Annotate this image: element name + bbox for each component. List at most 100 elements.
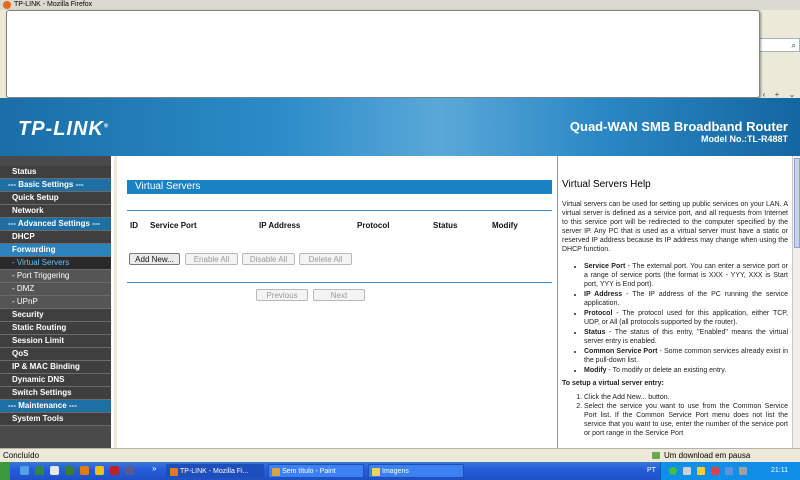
help-field-name: Service Port [584, 263, 626, 270]
sidebar-item-system-tools[interactable]: System Tools [0, 413, 111, 426]
search-box[interactable]: ⌕ [758, 38, 800, 52]
help-field-item: Service Port - The external port. You ca… [584, 262, 788, 289]
product-name: Quad-WAN SMB Broadband Router [569, 119, 788, 134]
ie-icon[interactable] [20, 466, 29, 475]
chevron-expand-icon[interactable]: » [152, 464, 156, 473]
tp-link-logo: TP-LINK® [18, 118, 110, 140]
divider [127, 210, 552, 211]
task-label: TP-LINK - Mozilla Fi... [180, 468, 249, 475]
help-field-name: Common Service Port [584, 348, 658, 355]
language-indicator[interactable]: PT [647, 462, 656, 480]
sidebar-menu: Status --- Basic Settings --- Quick Setup N… [0, 156, 114, 448]
enable-all-button[interactable]: Enable All [185, 253, 238, 265]
paint-icon [272, 468, 280, 476]
status-text: Concluído [3, 451, 40, 460]
window-title-bar: TP-LINK - Mozilla Firefox [0, 0, 800, 10]
tray-icon[interactable] [711, 467, 719, 475]
app-icon[interactable] [35, 466, 44, 475]
help-field-desc: - To modify or delete an existing entry. [606, 367, 727, 374]
sidebar-group-maintenance: --- Maintenance --- [0, 400, 111, 413]
help-field-desc: - The protocol used for this application… [584, 310, 788, 326]
help-panel: Virtual Servers Help Virtual servers can… [557, 156, 792, 448]
network-icon[interactable] [725, 467, 733, 475]
help-title: Virtual Servers Help [562, 179, 651, 190]
sidebar-item-virtual-servers[interactable]: - Virtual Servers [0, 257, 111, 270]
help-field-item: Status - The status of this entry, "Enab… [584, 328, 788, 346]
tray-icon[interactable] [697, 467, 705, 475]
help-step-item: Select the service you want to use from … [584, 402, 788, 438]
help-field-list: Service Port - The external port. You ca… [584, 262, 788, 375]
router-header: TP-LINK® Quad-WAN SMB Broadband Router M… [0, 98, 800, 156]
sidebar-group-basic-settings: --- Basic Settings --- [0, 179, 111, 192]
help-step-list: Click the Add New... button.Select the s… [584, 393, 788, 438]
firefox-icon [170, 468, 178, 476]
help-scrollbar[interactable] [792, 156, 800, 448]
app-icon[interactable] [125, 466, 134, 475]
sidebar-item-session-limit[interactable]: Session Limit [0, 335, 111, 348]
help-field-name: IP Address [584, 291, 623, 298]
help-field-item: IP Address - The IP address of the PC ru… [584, 290, 788, 308]
sidebar-group-advanced-settings: --- Advanced Settings --- [0, 218, 111, 231]
search-icon[interactable]: ⌕ [792, 41, 796, 51]
start-button[interactable] [0, 462, 10, 480]
task-firefox[interactable]: TP-LINK - Mozilla Fi... [166, 464, 264, 478]
column-header-service-port: Service Port [150, 221, 197, 230]
app-icon[interactable] [110, 466, 119, 475]
firefox-icon [3, 1, 11, 9]
sidebar-item-qos[interactable]: QoS [0, 348, 111, 361]
main-panel: Virtual Servers ID Service Port IP Addre… [117, 156, 557, 448]
help-field-name: Status [584, 329, 606, 336]
delete-all-button[interactable]: Delete All [299, 253, 352, 265]
disable-all-button[interactable]: Disable All [242, 253, 295, 265]
tray-icon[interactable] [683, 467, 691, 475]
app-icon[interactable] [65, 466, 74, 475]
help-field-item: Common Service Port - Some common servic… [584, 347, 788, 365]
folder-icon [372, 468, 380, 476]
sidebar-item-security[interactable]: Security [0, 309, 111, 322]
volume-icon[interactable] [739, 467, 747, 475]
next-button[interactable]: Next [313, 289, 365, 301]
page-title: Virtual Servers [127, 180, 552, 194]
sidebar-spacer [0, 156, 111, 166]
help-field-name: Modify [584, 367, 607, 374]
sidebar-item-port-triggering[interactable]: - Port Triggering [0, 270, 111, 283]
sidebar-item-forwarding[interactable]: Forwarding [0, 244, 111, 257]
sidebar-item-dynamic-dns[interactable]: Dynamic DNS [0, 374, 111, 387]
sidebar-item-switch-settings[interactable]: Switch Settings [0, 387, 111, 400]
sidebar-item-quick-setup[interactable]: Quick Setup [0, 192, 111, 205]
help-field-item: Modify - To modify or delete an existing… [584, 366, 788, 375]
sidebar-item-status[interactable]: Status [0, 166, 111, 179]
download-status-label: Um download em pausa [664, 451, 751, 460]
task-imagens[interactable]: Imagens [368, 464, 464, 478]
app-icon[interactable] [95, 466, 104, 475]
column-header-ip-address: IP Address [259, 221, 301, 230]
task-paint[interactable]: Sem título - Paint [268, 464, 364, 478]
model-number: Model No.:TL-R488T [701, 134, 788, 144]
sidebar-item-dhcp[interactable]: DHCP [0, 231, 111, 244]
download-status[interactable]: Um download em pausa [652, 449, 750, 462]
clock: 21:11 [771, 467, 788, 474]
column-header-id: ID [130, 221, 138, 230]
browser-status-bar: Concluído Um download em pausa [0, 448, 800, 462]
task-label: Sem título - Paint [282, 468, 336, 475]
firefox-icon[interactable] [80, 466, 89, 475]
sidebar-item-upnp[interactable]: - UPnP [0, 296, 111, 309]
sidebar-item-dmz[interactable]: - DMZ [0, 283, 111, 296]
help-field-name: Protocol [584, 310, 613, 317]
tray-icon[interactable] [669, 467, 677, 475]
download-icon [652, 452, 660, 459]
window-title: TP-LINK - Mozilla Firefox [14, 1, 93, 8]
help-field-desc: - The status of this entry, "Enabled" me… [584, 329, 788, 345]
sidebar-item-ip-mac-binding[interactable]: IP & MAC Binding [0, 361, 111, 374]
help-field-item: Protocol - The protocol used for this ap… [584, 309, 788, 327]
column-header-status: Status [433, 221, 458, 230]
blank-popup-window [6, 10, 760, 98]
help-intro: Virtual servers can be used for setting … [562, 201, 788, 253]
sidebar-item-network[interactable]: Network [0, 205, 111, 218]
sidebar-item-static-routing[interactable]: Static Routing [0, 322, 111, 335]
add-new-button[interactable]: Add New... [129, 253, 180, 265]
previous-button[interactable]: Previous [256, 289, 308, 301]
app-icon[interactable] [50, 466, 59, 475]
scrollbar-thumb[interactable] [794, 158, 800, 248]
help-setup-title: To setup a virtual server entry: [562, 380, 664, 387]
